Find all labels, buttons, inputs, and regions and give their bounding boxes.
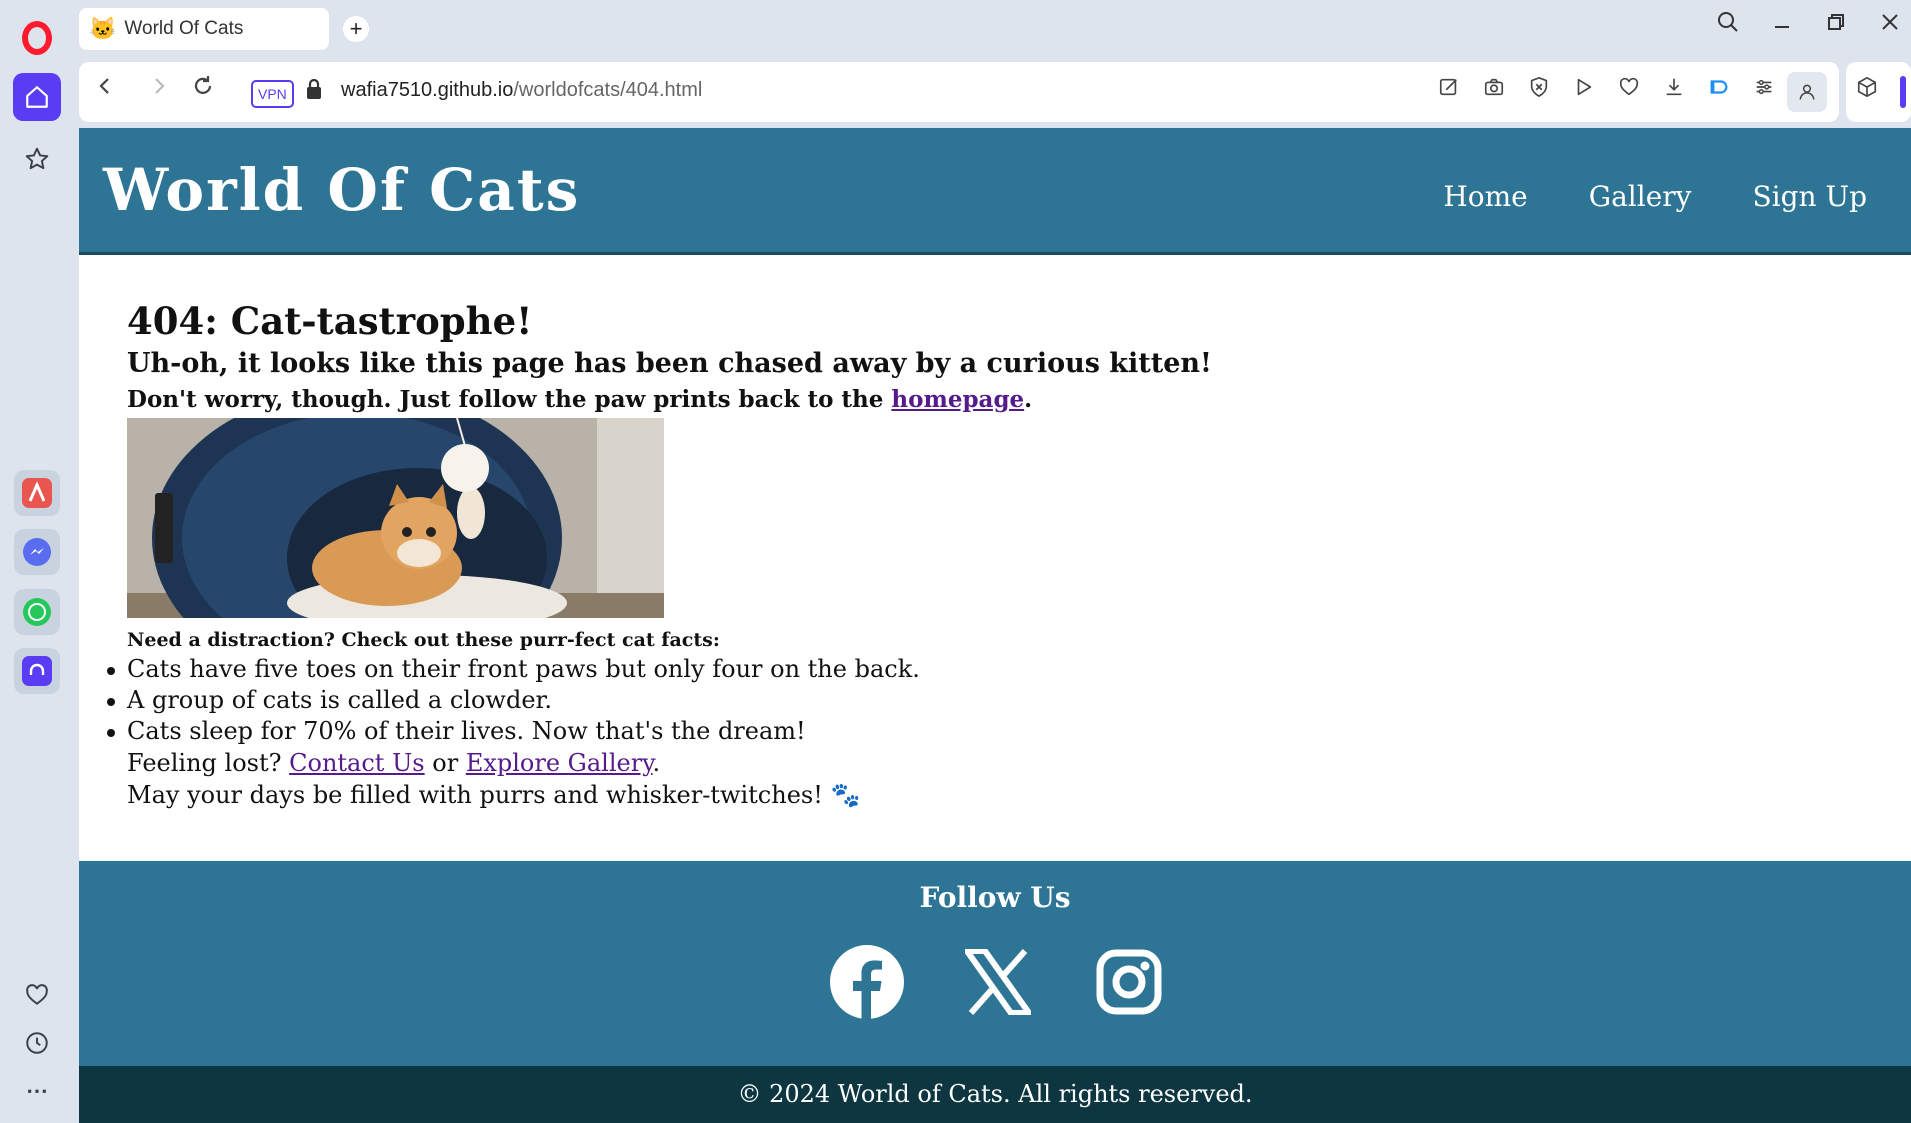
extensions-cube-icon[interactable]	[1852, 76, 1882, 104]
list-item: A group of cats is called a clowder.	[107, 685, 1327, 716]
opera-logo-icon[interactable]	[22, 21, 52, 55]
search-icon[interactable]	[1710, 10, 1746, 41]
url-host: wafia7510.github.io	[341, 79, 514, 101]
tagline-prefix: Don't worry, though. Just follow the paw…	[127, 386, 892, 413]
cat-favicon-icon: 🐱	[89, 16, 117, 41]
aria-app-icon[interactable]	[14, 470, 60, 516]
profile-icon[interactable]	[1787, 72, 1827, 112]
extensions-panel	[1846, 62, 1911, 122]
back-icon[interactable]	[87, 74, 123, 105]
lost-suffix: .	[652, 749, 661, 777]
browser-sidebar: ⋯	[0, 0, 73, 1123]
site-title[interactable]: World Of Cats	[103, 156, 580, 224]
new-tab-button[interactable]: +	[343, 16, 369, 42]
homepage-link[interactable]: homepage	[891, 386, 1024, 413]
sidebar-toggle-indicator[interactable]	[1900, 76, 1906, 108]
error-subheading: Uh-oh, it looks like this page has been …	[127, 348, 1212, 379]
facts-title: Need a distraction? Check out these purr…	[127, 629, 720, 651]
site-footer: Follow Us	[79, 861, 1911, 1066]
lost-prefix: Feeling lost?	[127, 749, 290, 777]
copyright-bar: © 2024 World of Cats. All rights reserve…	[79, 1066, 1911, 1123]
error-content: 404: Cat-tastrophe! Uh-oh, it looks like…	[107, 298, 1327, 811]
nav-home-link[interactable]: Home	[1443, 180, 1527, 213]
kitten-image	[127, 418, 664, 618]
easy-setup-icon[interactable]	[1749, 76, 1779, 104]
web-page: World Of Cats Home Gallery Sign Up 404: …	[79, 128, 1911, 1123]
explore-gallery-link[interactable]: Explore Gallery	[466, 749, 653, 777]
tab-islands-icon[interactable]	[1704, 76, 1734, 104]
closing-line: May your days be filled with purrs and w…	[127, 781, 861, 809]
history-icon[interactable]	[13, 1019, 61, 1067]
list-item: Cats have five toes on their front paws …	[107, 654, 1327, 685]
tab-strip: 🐱 World Of Cats +	[73, 0, 1911, 58]
minimize-icon[interactable]	[1764, 10, 1800, 41]
player-icon[interactable]	[1569, 76, 1599, 104]
vpn-badge[interactable]: VPN	[251, 80, 294, 108]
error-heading: 404: Cat-tastrophe!	[127, 299, 533, 343]
site-header: World Of Cats Home Gallery Sign Up	[79, 128, 1911, 255]
list-item: Cats sleep for 70% of their lives. Now t…	[107, 716, 1327, 747]
reload-icon[interactable]	[185, 74, 221, 105]
address-bar: VPN wafia7510.github.io/worldofcats/404.…	[79, 62, 1839, 122]
favorite-heart-icon[interactable]	[1614, 76, 1644, 104]
x-icon[interactable]	[964, 948, 1032, 1019]
lock-icon[interactable]	[305, 78, 323, 106]
lost-mid: or	[424, 749, 466, 777]
instagram-icon[interactable]	[1096, 949, 1162, 1019]
restore-icon[interactable]	[1818, 10, 1854, 41]
nav-signup-link[interactable]: Sign Up	[1752, 180, 1867, 213]
music-player-icon[interactable]	[14, 648, 60, 694]
url-path: /worldofcats/404.html	[513, 79, 703, 101]
star-icon[interactable]	[13, 135, 61, 183]
camera-icon[interactable]	[1479, 76, 1509, 104]
ad-blocker-icon[interactable]	[1524, 76, 1554, 104]
follow-us-title: Follow Us	[919, 881, 1071, 914]
forward-icon[interactable]	[141, 74, 177, 105]
tagline-suffix: .	[1024, 386, 1033, 413]
home-icon[interactable]	[13, 73, 61, 121]
heart-icon[interactable]	[13, 971, 61, 1019]
error-tagline: Don't worry, though. Just follow the paw…	[127, 384, 1327, 416]
more-icon[interactable]: ⋯	[13, 1067, 61, 1115]
tab-title: World Of Cats	[124, 18, 244, 39]
download-icon[interactable]	[1659, 76, 1689, 104]
snapshot-edit-icon[interactable]	[1434, 76, 1464, 104]
facts-list: Cats have five toes on their front paws …	[107, 654, 1327, 747]
lost-line: Feeling lost? Contact Us or Explore Gall…	[127, 747, 1327, 779]
site-nav: Home Gallery Sign Up	[1382, 180, 1867, 213]
close-icon[interactable]	[1872, 10, 1908, 41]
contact-us-link[interactable]: Contact Us	[289, 749, 424, 777]
facebook-icon[interactable]	[830, 945, 904, 1023]
messenger-icon[interactable]	[14, 529, 60, 575]
url-field[interactable]: wafia7510.github.io/worldofcats/404.html	[341, 79, 702, 102]
whatsapp-icon[interactable]	[14, 589, 60, 635]
nav-gallery-link[interactable]: Gallery	[1589, 180, 1692, 213]
tab-world-of-cats[interactable]: 🐱 World Of Cats	[79, 8, 329, 50]
